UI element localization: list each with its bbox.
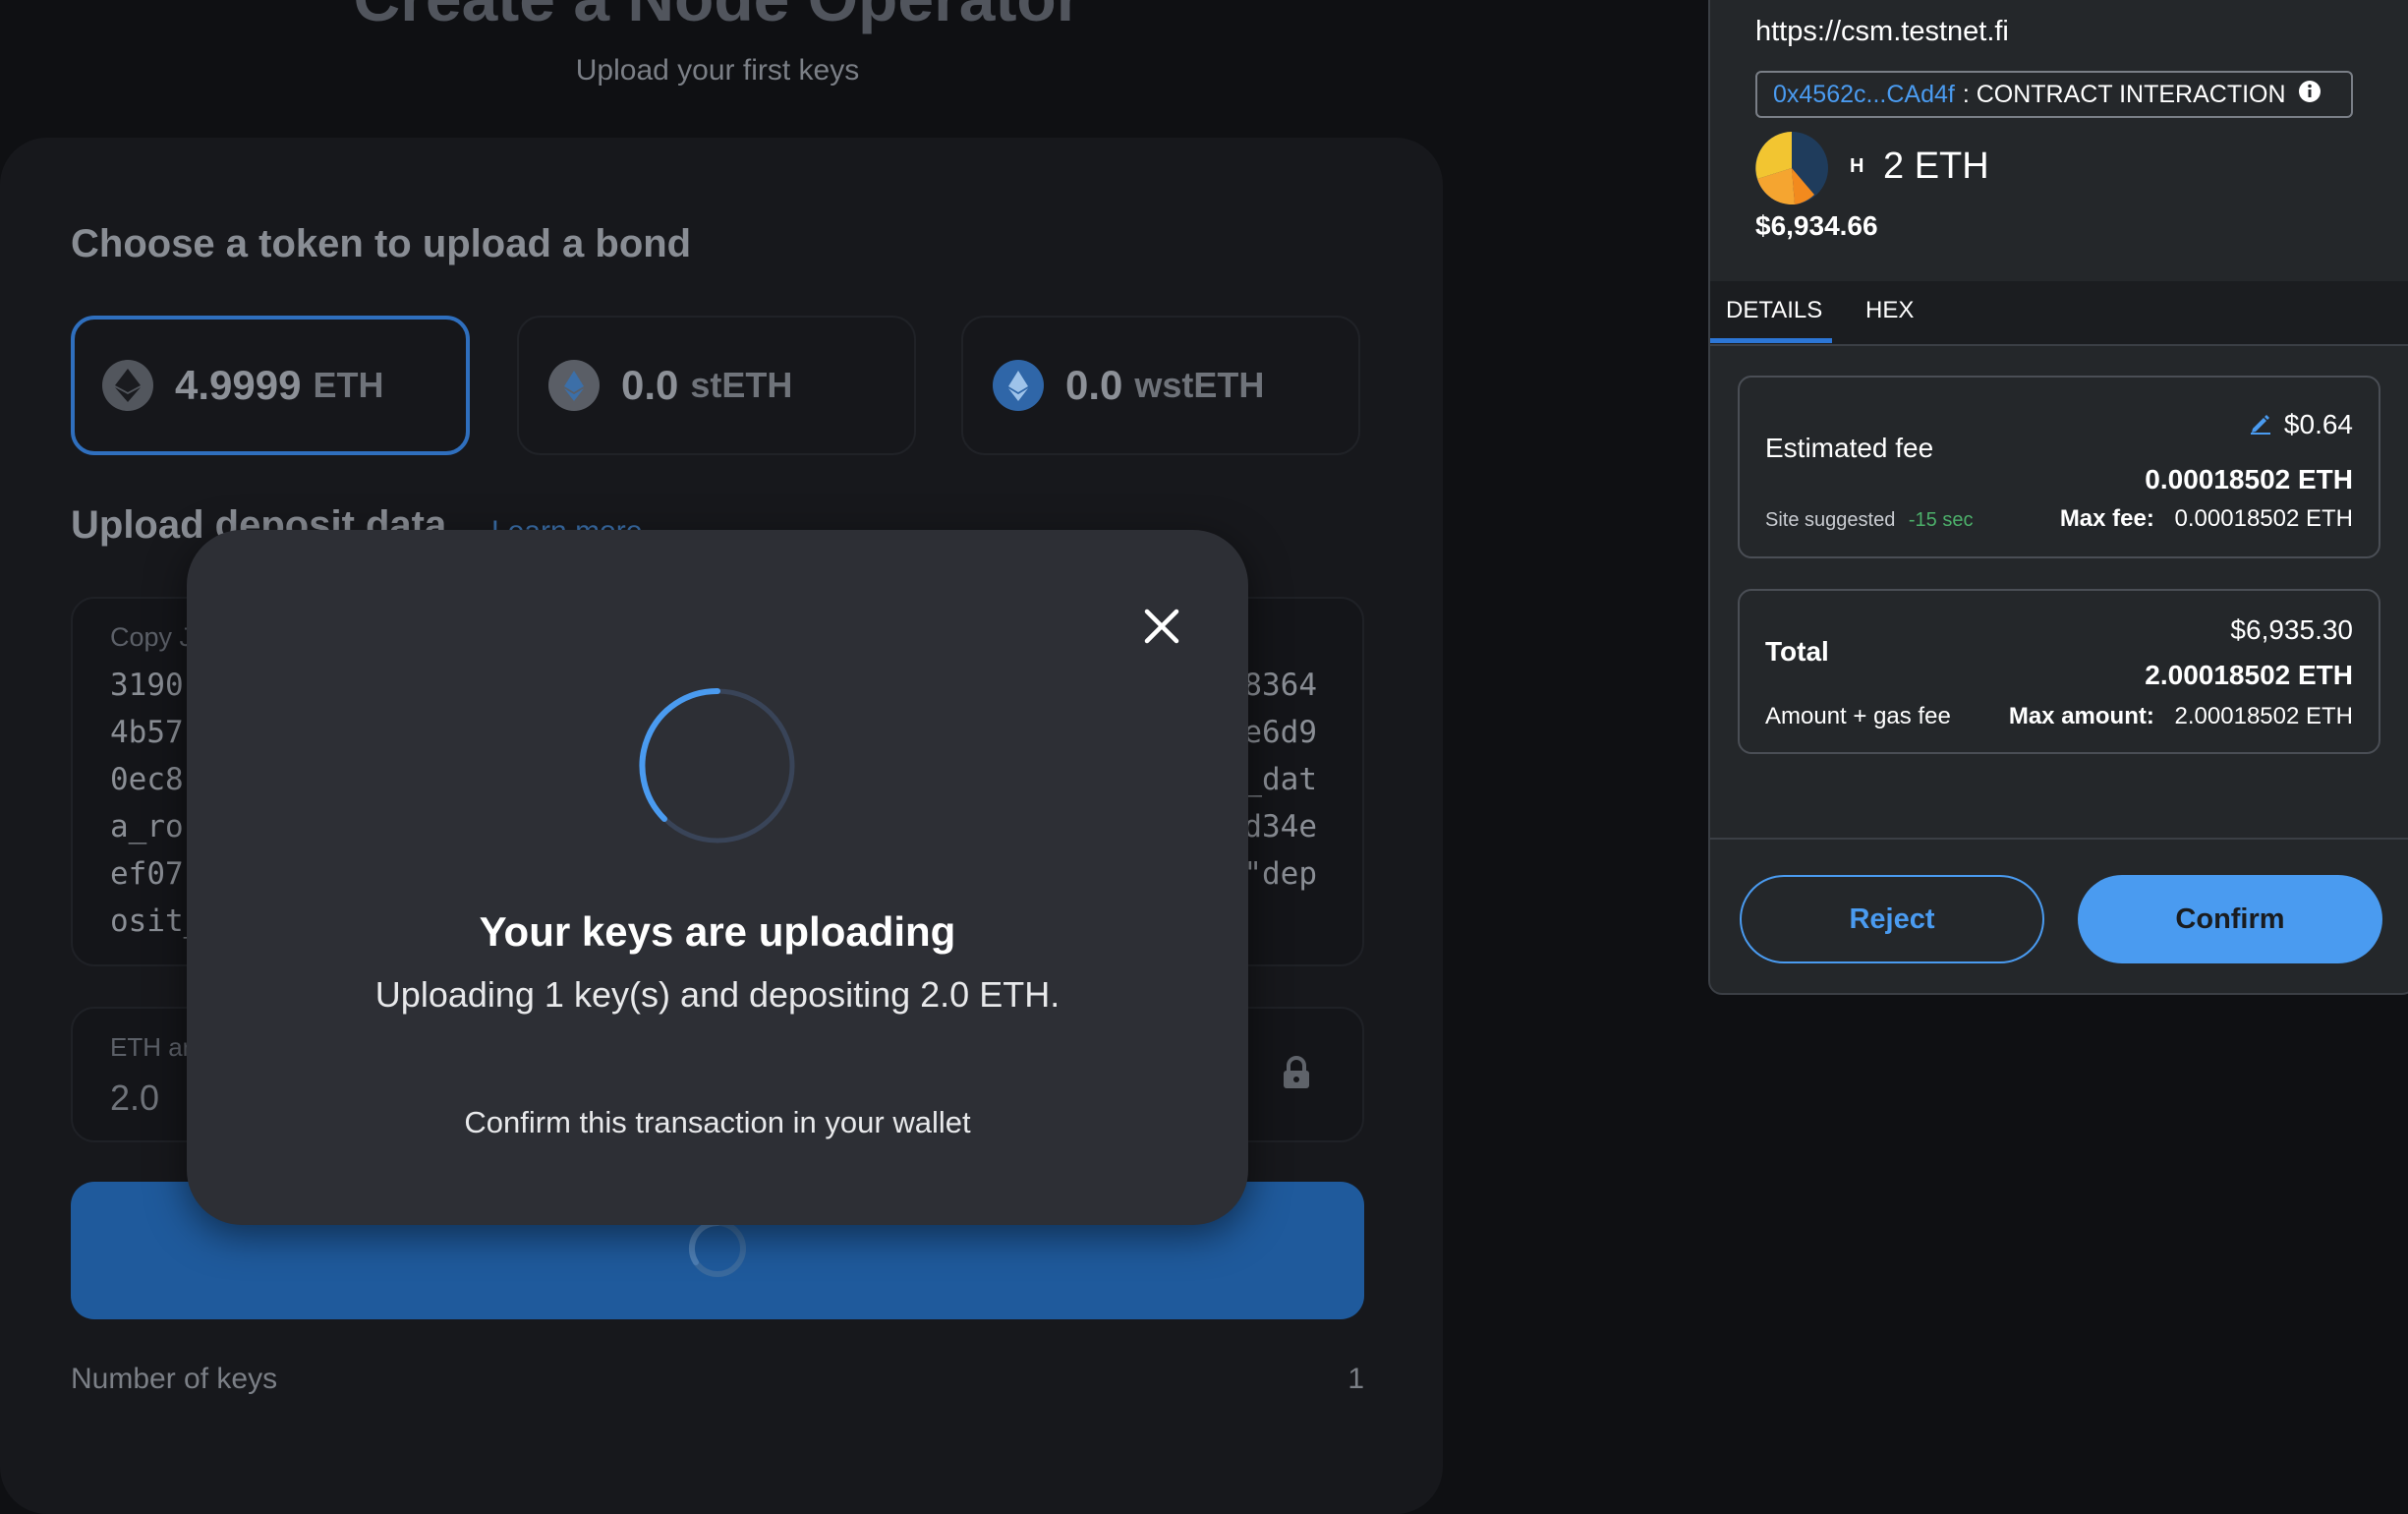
eth-icon — [102, 360, 153, 411]
site-suggested-row: Site suggested -15 sec — [1765, 509, 1973, 532]
json-line: 0ec8 — [110, 762, 184, 797]
site-origin: https://csm.testnet.fi — [1755, 16, 2009, 47]
estimated-fee-label: Estimated fee — [1765, 433, 1934, 463]
contract-interaction-badge[interactable]: 0x4562c...CAd4f : CONTRACT INTERACTION — [1755, 71, 2353, 118]
site-suggested-label[interactable]: Site suggested — [1765, 509, 1895, 531]
max-fee-label: Max fee: — [2059, 505, 2154, 532]
bond-heading: Choose a token to upload a bond — [71, 222, 692, 265]
json-line: "dep — [1243, 856, 1317, 892]
tab-hex[interactable]: HEX — [1865, 297, 1914, 324]
lock-icon — [1282, 1056, 1311, 1094]
max-fee-row: Max fee: 0.00018502 ETH — [2060, 505, 2353, 533]
json-line: 4b57 — [110, 715, 184, 750]
json-line: _dat — [1243, 762, 1317, 797]
token-amount: 0.0 — [1065, 362, 1123, 408]
active-tab-indicator — [1710, 338, 1832, 343]
json-line: d34e — [1243, 809, 1317, 844]
loading-spinner-icon — [637, 685, 798, 851]
edit-fee-icon[interactable] — [2249, 411, 2272, 439]
footer-divider — [1710, 838, 2408, 840]
transaction-amount: 2 ETH — [1883, 146, 1989, 187]
modal-title: Your keys are uploading — [479, 908, 956, 955]
tab-details[interactable]: DETAILS — [1726, 297, 1822, 324]
token-option-wsteth[interactable]: 0.0 wstETH — [961, 316, 1360, 455]
json-line: 3190 — [110, 668, 184, 703]
estimated-fee-card: Estimated fee $0.64 0.00018502 ETH Site … — [1738, 376, 2380, 558]
token-unit: ETH — [313, 365, 384, 405]
total-label: Total — [1765, 636, 1829, 667]
token-amount: 4.9999 — [175, 362, 302, 408]
keys-count-row: Number of keys 1 — [71, 1363, 1364, 1396]
transaction-amount-usd: $6,934.66 — [1755, 210, 1878, 241]
upload-progress-modal: Your keys are uploading Uploading 1 key(… — [187, 530, 1248, 1225]
fee-eth: 0.00018502 ETH — [2145, 464, 2353, 495]
steth-icon — [548, 360, 600, 411]
contract-interaction-label: : CONTRACT INTERACTION — [1962, 80, 2286, 108]
modal-description: Uploading 1 key(s) and depositing 2.0 ET… — [374, 974, 1061, 1015]
json-line: ef07 — [110, 856, 184, 892]
info-icon[interactable] — [2298, 80, 2322, 110]
confirm-button[interactable]: Confirm — [2078, 875, 2382, 963]
json-line: 8364 — [1243, 668, 1317, 703]
total-card: Total $6,935.30 2.00018502 ETH Amount + … — [1738, 589, 2380, 754]
network-badge: H — [1850, 155, 1864, 177]
eth-amount-value: 2.0 — [110, 1077, 160, 1118]
wsteth-icon — [993, 360, 1044, 411]
reject-button[interactable]: Reject — [1740, 875, 2044, 963]
deposit-data-label: Copy J — [110, 622, 194, 652]
eth-amount-label: ETH ar — [110, 1032, 192, 1062]
json-line: e6d9 — [1243, 715, 1317, 750]
fee-usd-row: $0.64 — [2249, 409, 2353, 440]
fee-usd: $0.64 — [2283, 409, 2353, 439]
token-unit: wstETH — [1134, 365, 1265, 405]
loading-spinner-icon — [686, 1217, 749, 1285]
json-line: a_ro — [110, 809, 184, 844]
total-sub-label: Amount + gas fee — [1765, 703, 1951, 729]
max-amount-row: Max amount: 2.00018502 ETH — [2009, 703, 2353, 730]
token-unit: stETH — [690, 365, 793, 405]
wallet-tabs: DETAILS HEX — [1710, 281, 2408, 346]
account-avatar — [1755, 132, 1828, 209]
page-subtitle: Upload your first keys — [575, 54, 860, 87]
total-usd: $6,935.30 — [2230, 614, 2353, 645]
max-fee-value: 0.00018502 ETH — [2174, 505, 2353, 532]
token-amount: 0.0 — [621, 362, 679, 408]
total-eth: 2.00018502 ETH — [2145, 660, 2353, 690]
wallet-confirmation-panel: https://csm.testnet.fi 0x4562c...CAd4f :… — [1708, 0, 2408, 995]
contract-address[interactable]: 0x4562c...CAd4f — [1773, 81, 1955, 109]
token-option-steth[interactable]: 0.0 stETH — [517, 316, 916, 455]
suggested-time: -15 sec — [1908, 509, 1974, 531]
keys-count-value: 1 — [1347, 1363, 1364, 1395]
close-icon[interactable] — [1144, 609, 1179, 649]
max-amount-value: 2.00018502 ETH — [2174, 703, 2353, 729]
token-option-eth[interactable]: 4.9999 ETH — [71, 316, 470, 455]
page-title: Create a Node Operator — [0, 0, 1435, 35]
max-amount-label: Max amount: — [2008, 703, 2154, 729]
modal-hint: Confirm this transaction in your wallet — [464, 1105, 971, 1139]
keys-count-label: Number of keys — [71, 1363, 278, 1395]
